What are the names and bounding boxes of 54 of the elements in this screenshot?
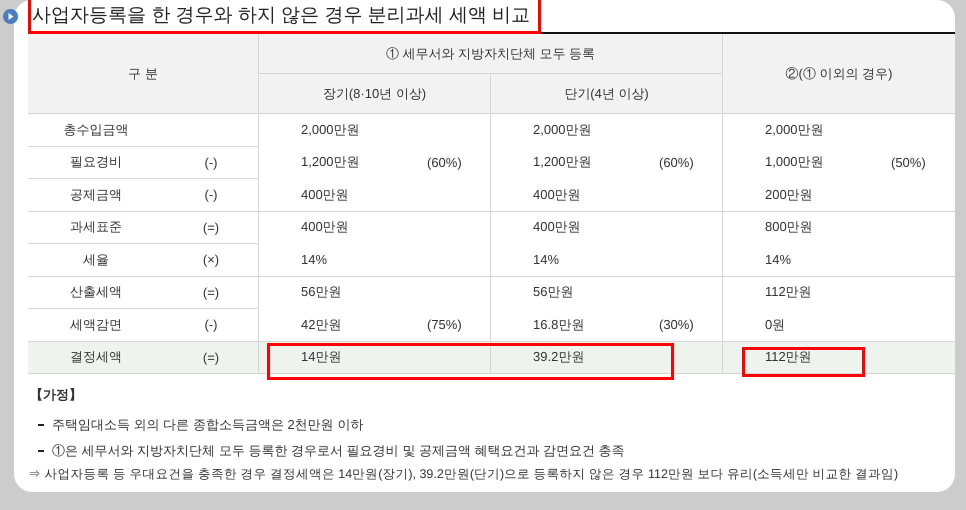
- percent-text: (60%): [659, 154, 694, 170]
- amount-text: 56만원: [301, 283, 342, 302]
- note-text: ①은 세무서와 지방자치단체 모두 등록한 경우로서 필요경비 및 공제금액 혜택요건과 감면요건 충족: [52, 442, 625, 460]
- amount-text: 400만원: [533, 186, 582, 204]
- amount-text: 112만원: [765, 348, 813, 366]
- operator-text: (-): [204, 317, 218, 332]
- conclusion-text: ⇒ 사업자등록 등 우대요건을 충족한 경우 결정세액은 14만원(장기), 39.2만원(단기)으로 등록하지 않은 경우 112만원 보다 유리(소득세만 비교한 결과임): [28, 466, 900, 483]
- amount-text: 2,000만원: [533, 120, 593, 139]
- operator-text: (=): [202, 284, 220, 300]
- amount-text: 42만원: [301, 316, 342, 334]
- amount-text: 1,200만원: [301, 153, 361, 172]
- notes-heading: 【가정】: [30, 386, 83, 404]
- row-label: 총수입금액: [28, 114, 164, 146]
- amount-text: 2,000만원: [301, 120, 361, 139]
- percent-text: (75%): [427, 317, 462, 332]
- operator-text: (=): [202, 220, 220, 235]
- amount-text: 14%: [765, 252, 792, 268]
- row-label: 공제금액: [28, 179, 164, 212]
- row-label: 산출세액: [28, 276, 164, 309]
- amount-text: 14%: [301, 252, 328, 268]
- percent-text: (30%): [659, 317, 694, 332]
- amount-text: 2,000만원: [765, 120, 825, 139]
- percent-text: (50%): [891, 154, 926, 170]
- amount-text: 56만원: [533, 283, 574, 302]
- amount-text: 1,000만원: [765, 153, 825, 172]
- header-cell: ②(① 이외의 경우): [722, 34, 955, 114]
- dash-icon: [38, 450, 44, 452]
- header-cell: ① 세무서와 지방자치단체 모두 등록: [258, 34, 722, 74]
- amount-text: 1,200만원: [533, 153, 593, 172]
- row-label: 결정세액: [28, 342, 164, 374]
- percent-text: (60%): [427, 154, 462, 170]
- row-label: 필요경비: [28, 146, 164, 179]
- header-cell: 구 분: [28, 34, 258, 114]
- amount-text: 400만원: [301, 218, 350, 236]
- operator-text: (-): [204, 187, 218, 202]
- amount-text: 16.8만원: [533, 316, 586, 334]
- amount-text: 0원: [765, 316, 786, 334]
- amount-text: 200만원: [765, 186, 814, 204]
- dash-icon: [38, 424, 44, 426]
- amount-text: 14만원: [301, 348, 342, 366]
- amount-text: 39.2만원: [533, 348, 586, 366]
- row-label: 세율: [28, 244, 164, 276]
- amount-text: 800만원: [765, 218, 814, 236]
- amount-text: 14%: [533, 252, 560, 268]
- amount-text: 112만원: [765, 283, 813, 302]
- operator-text: (-): [204, 154, 218, 170]
- note-text: 주택임대소득 외의 다른 종합소득금액은 2천만원 이하: [52, 416, 364, 434]
- operator-text: (×): [202, 252, 220, 268]
- amount-text: 400만원: [533, 218, 582, 236]
- header-cell: 단기(4년 이상): [490, 74, 722, 114]
- amount-text: 400만원: [301, 186, 350, 204]
- row-label: 과세표준: [28, 212, 164, 244]
- header-cell: 장기(8·10년 이상): [258, 74, 490, 114]
- operator-text: (=): [202, 350, 220, 365]
